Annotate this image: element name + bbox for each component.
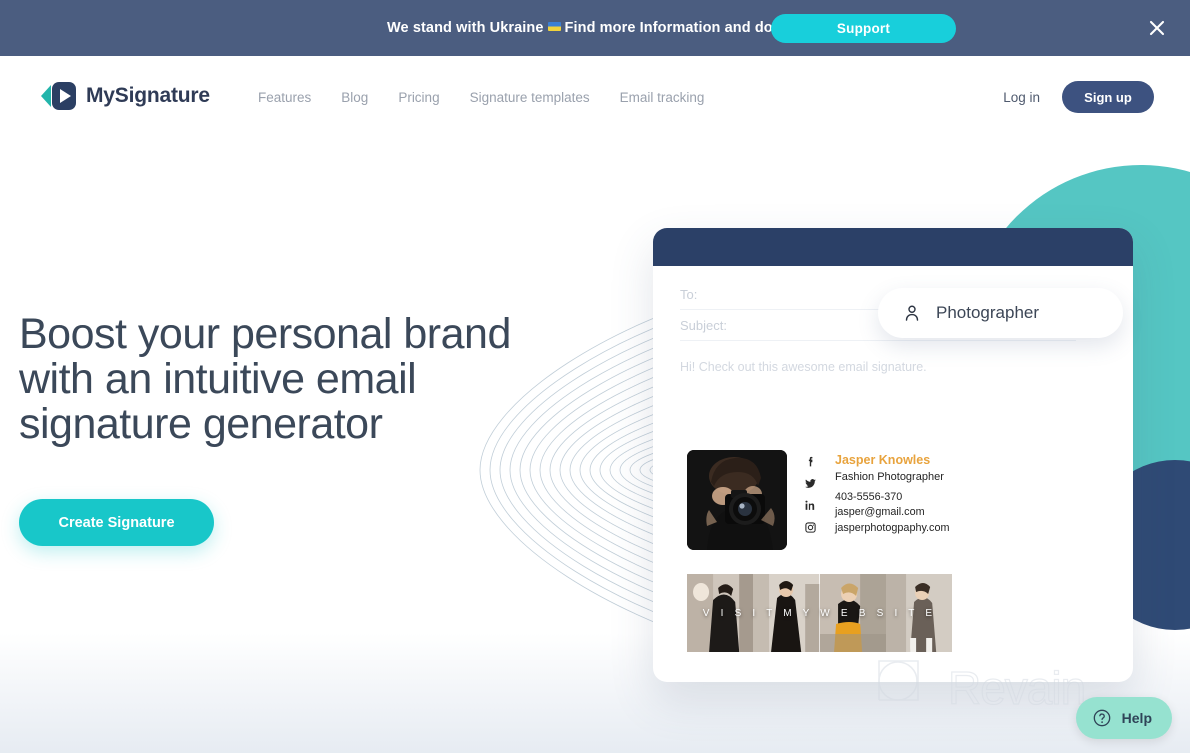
signup-button[interactable]: Sign up	[1062, 81, 1154, 113]
main-nav: Features Blog Pricing Signature template…	[258, 56, 704, 138]
email-body-text: Hi! Check out this awesome email signatu…	[680, 360, 927, 374]
signature-banner-image[interactable]: V I S I T M Y W E B S I T E	[687, 574, 952, 652]
site-header: MySignature Features Blog Pricing Signat…	[0, 56, 1190, 138]
signature-website[interactable]: jasperphotogpaphy.com	[835, 521, 949, 535]
person-icon	[905, 305, 919, 321]
revain-watermark: Revain	[868, 655, 1087, 721]
signature-name: Jasper Knowles	[835, 453, 931, 467]
nav-item-email-tracking[interactable]: Email tracking	[620, 90, 705, 105]
question-circle-icon	[1093, 709, 1110, 727]
logo-text: MySignature	[86, 84, 210, 107]
nav-item-pricing[interactable]: Pricing	[398, 90, 439, 105]
facebook-icon[interactable]	[804, 455, 817, 468]
auth-actions: Log in Sign up	[1003, 56, 1154, 138]
signature-banner-label: V I S I T M Y W E B S I T E	[702, 607, 937, 619]
ukraine-banner: We stand with Ukraine Find more Informati…	[0, 0, 1190, 56]
mysignature-logo-icon	[41, 82, 76, 110]
photographer-chip-label: Photographer	[936, 303, 1040, 322]
twitter-icon[interactable]	[804, 477, 817, 490]
email-signature-block: Jasper Knowles Fashion Photographer 403-…	[687, 450, 949, 550]
email-card-header-bar	[653, 228, 1133, 266]
ukraine-flag-icon	[547, 21, 561, 31]
login-link[interactable]: Log in	[1003, 90, 1040, 105]
revain-logo-icon	[878, 660, 919, 701]
banner-text-before: We stand with Ukraine	[387, 20, 544, 36]
signature-role: Fashion Photographer	[835, 470, 944, 483]
instagram-icon[interactable]	[804, 521, 817, 534]
linkedin-icon[interactable]	[804, 499, 817, 512]
logo[interactable]: MySignature	[38, 78, 210, 114]
nav-item-signature-templates[interactable]: Signature templates	[470, 90, 590, 105]
banner-text-after[interactable]: Find more Information and donate	[565, 20, 803, 36]
photographer-chip[interactable]: Photographer	[878, 288, 1123, 338]
signature-details: Jasper Knowles Fashion Photographer 403-…	[835, 450, 949, 550]
signature-email[interactable]: jasper@gmail.com	[835, 505, 949, 519]
signature-social-icons	[804, 450, 818, 550]
signature-phone: 403-5556-370	[835, 491, 903, 504]
page-title: Boost your personal brand with an intuit…	[19, 310, 511, 449]
nav-item-blog[interactable]: Blog	[341, 90, 368, 105]
photographer-portrait-image	[687, 450, 787, 550]
help-widget[interactable]: Help	[1075, 697, 1172, 739]
nav-item-features[interactable]: Features	[258, 90, 311, 105]
create-signature-button[interactable]: Create Signature	[19, 499, 214, 546]
signature-contact: 403-5556-370 jasper@gmail.com jasperphot…	[835, 490, 949, 535]
help-widget-label: Help	[1121, 710, 1152, 726]
close-icon[interactable]	[1146, 17, 1168, 39]
revain-watermark-text: Revain	[947, 661, 1086, 714]
banner-message: We stand with Ukraine Find more Informati…	[387, 20, 803, 36]
support-button[interactable]: Support	[771, 14, 956, 43]
